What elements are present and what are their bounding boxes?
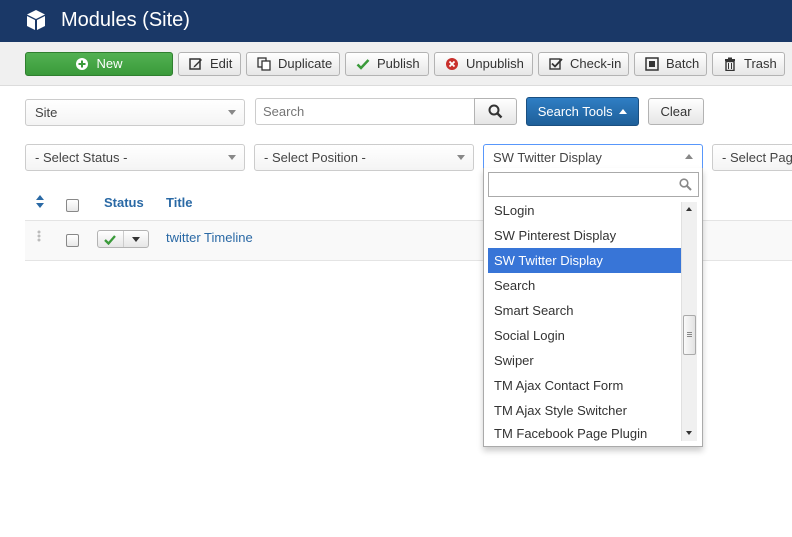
status-select-value: - Select Status -	[35, 150, 128, 165]
edit-icon	[189, 58, 202, 70]
dropdown-scrollbar[interactable]	[681, 202, 697, 441]
plus-circle-icon	[76, 58, 89, 70]
status-toggle[interactable]	[97, 230, 149, 248]
status-column-header[interactable]: Status	[104, 195, 144, 210]
edit-button-label: Edit	[210, 56, 233, 71]
caret-down-icon[interactable]	[132, 237, 140, 242]
scroll-up-icon[interactable]	[686, 207, 692, 211]
search-tools-label: Search Tools	[537, 104, 613, 119]
client-select-value: Site	[35, 105, 58, 120]
title-column-header[interactable]: Title	[166, 195, 193, 210]
module-type-dropdown: SLogin SW Pinterest Display SW Twitter D…	[483, 168, 703, 447]
dropdown-option-selected[interactable]: SW Twitter Display	[488, 248, 681, 273]
status-select[interactable]: - Select Status -	[25, 144, 245, 171]
dropdown-option[interactable]: Social Login	[488, 323, 681, 348]
pages-select-value: - Select Pag	[722, 150, 792, 165]
copy-icon	[257, 57, 271, 71]
position-select[interactable]: - Select Position -	[254, 144, 474, 171]
search-icon	[679, 178, 692, 191]
dropdown-option[interactable]: SLogin	[488, 198, 681, 223]
dropdown-option[interactable]: Search	[488, 273, 681, 298]
dropdown-option[interactable]: TM Ajax Contact Form	[488, 373, 681, 398]
duplicate-button-label: Duplicate	[278, 56, 333, 71]
publish-button[interactable]: Publish	[345, 52, 429, 76]
pages-select[interactable]: - Select Pag	[712, 144, 792, 171]
module-title-link[interactable]: twitter Timeline	[166, 230, 253, 245]
unpublish-button-label: Unpublish	[466, 56, 524, 71]
search-tools-button[interactable]: Search Tools	[526, 97, 639, 126]
sort-icon[interactable]	[35, 195, 45, 208]
duplicate-button[interactable]: Duplicate	[246, 52, 340, 76]
row-checkbox[interactable]	[66, 234, 79, 247]
page-title: Modules (Site)	[61, 9, 190, 31]
search-button[interactable]	[474, 98, 517, 125]
edit-button[interactable]: Edit	[178, 52, 241, 76]
new-button[interactable]: New	[25, 52, 173, 76]
check-icon	[104, 235, 116, 245]
chevron-down-icon	[228, 155, 236, 160]
grip-icon	[687, 332, 692, 333]
drag-handle-icon[interactable]	[37, 230, 41, 242]
dropdown-option[interactable]: Swiper	[488, 348, 681, 373]
chevron-up-icon	[685, 154, 693, 159]
scroll-down-icon[interactable]	[686, 431, 692, 435]
scrollbar-thumb[interactable]	[683, 315, 696, 355]
check-icon	[356, 59, 370, 70]
dropdown-option[interactable]: Smart Search	[488, 298, 681, 323]
chevron-down-icon	[228, 110, 236, 115]
publish-button-label: Publish	[377, 56, 420, 71]
batch-button-label: Batch	[666, 56, 700, 71]
checkin-button[interactable]: Check-in	[538, 52, 629, 76]
clear-button[interactable]: Clear	[648, 98, 704, 125]
position-select-value: - Select Position -	[264, 150, 366, 165]
trash-button[interactable]: Trash	[712, 52, 785, 76]
divider	[123, 231, 124, 247]
unpublish-icon	[446, 58, 458, 70]
search-icon	[488, 104, 503, 119]
check-all-checkbox[interactable]	[66, 199, 79, 212]
trash-icon	[725, 57, 735, 71]
chevron-down-icon	[457, 155, 465, 160]
search-input[interactable]	[255, 98, 476, 125]
checkin-button-label: Check-in	[570, 56, 622, 71]
batch-icon	[645, 57, 659, 71]
unpublish-button[interactable]: Unpublish	[434, 52, 533, 76]
cube-icon	[27, 10, 45, 30]
caret-up-icon	[619, 109, 628, 114]
client-select[interactable]: Site	[25, 99, 245, 126]
dropdown-search-input[interactable]	[488, 172, 699, 197]
dropdown-option[interactable]: SW Pinterest Display	[488, 223, 681, 248]
dropdown-option[interactable]: TM Facebook Page Plugin	[488, 423, 681, 445]
module-type-select[interactable]: SW Twitter Display	[483, 144, 703, 171]
checkbox-icon	[549, 58, 563, 70]
clear-button-label: Clear	[660, 104, 692, 119]
module-type-select-value: SW Twitter Display	[493, 150, 602, 165]
new-button-label: New	[96, 56, 123, 71]
dropdown-option[interactable]: TM Ajax Style Switcher	[488, 398, 681, 423]
page-header: Modules (Site)	[0, 0, 792, 42]
trash-button-label: Trash	[744, 56, 777, 71]
batch-button[interactable]: Batch	[634, 52, 707, 76]
